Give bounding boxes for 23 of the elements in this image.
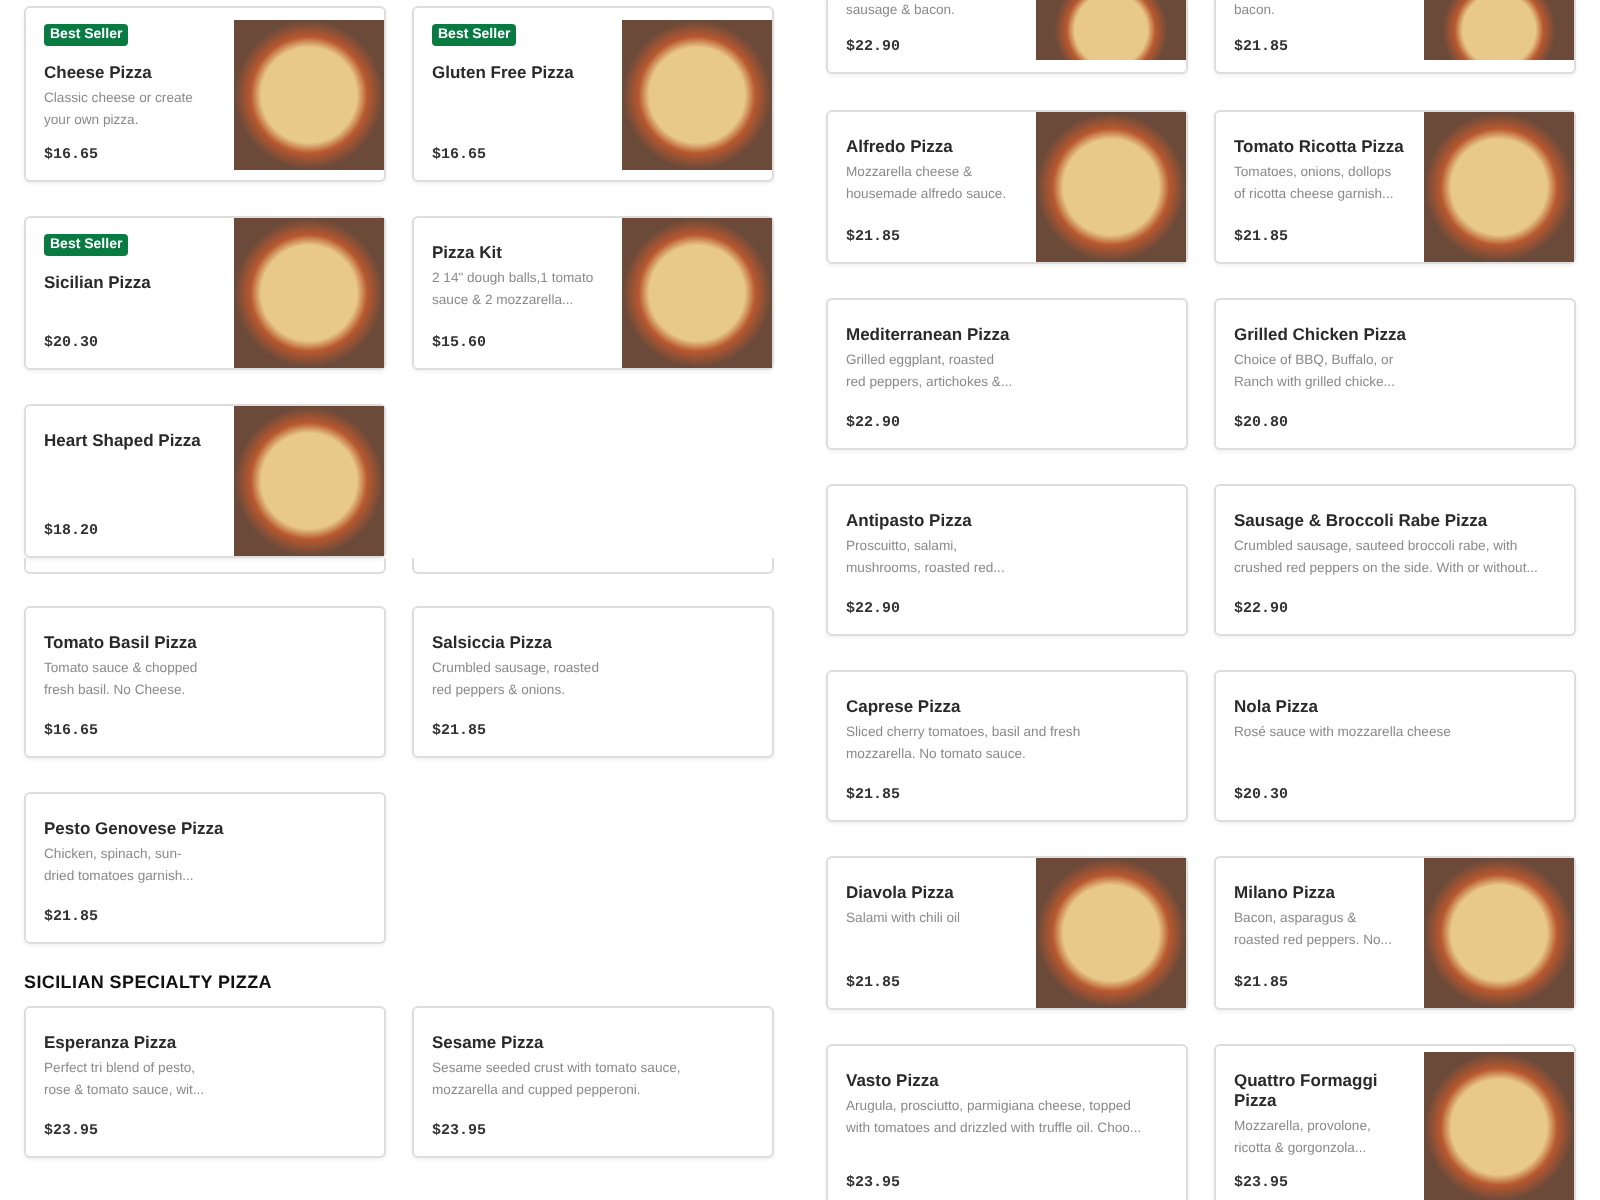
item-name: Sicilian Pizza bbox=[44, 272, 151, 292]
item-name: Pizza Kit bbox=[432, 242, 502, 262]
item-name: Vasto Pizza bbox=[846, 1070, 939, 1090]
item-name: Milano Pizza bbox=[1234, 882, 1336, 902]
item-name: Caprese Pizza bbox=[846, 696, 961, 716]
item-name: Alfredo Pizza bbox=[846, 136, 953, 156]
item-name: Salsiccia Pizza bbox=[432, 632, 553, 652]
item-name: Cheese Pizza bbox=[44, 62, 152, 82]
item-name: Heart Shaped Pizza bbox=[44, 430, 201, 450]
item-name: Nola Pizza bbox=[1234, 696, 1319, 716]
item-name: Tomato Ricotta Pizza bbox=[1234, 136, 1404, 156]
item-name: Mediterranean Pizza bbox=[846, 324, 1010, 344]
item-name: Tomato Basil Pizza bbox=[44, 632, 197, 652]
item-name: Grilled Chicken Pizza bbox=[1234, 324, 1406, 344]
item-name: Antipasto Pizza bbox=[846, 510, 972, 530]
item-name: Quattro Formaggi Pizza bbox=[1234, 1070, 1380, 1110]
item-name: Sesame Pizza bbox=[432, 1032, 544, 1052]
item-name: Sausage & Broccoli Rabe Pizza bbox=[1234, 510, 1488, 530]
item-name: Esperanza Pizza bbox=[44, 1032, 177, 1052]
section-heading: SICILIAN SPECIALTY PIZZA bbox=[24, 972, 274, 992]
item-name: Diavola Pizza bbox=[846, 882, 954, 902]
item-name: Pesto Genovese Pizza bbox=[44, 818, 224, 838]
item-name: Gluten Free Pizza bbox=[432, 62, 574, 82]
